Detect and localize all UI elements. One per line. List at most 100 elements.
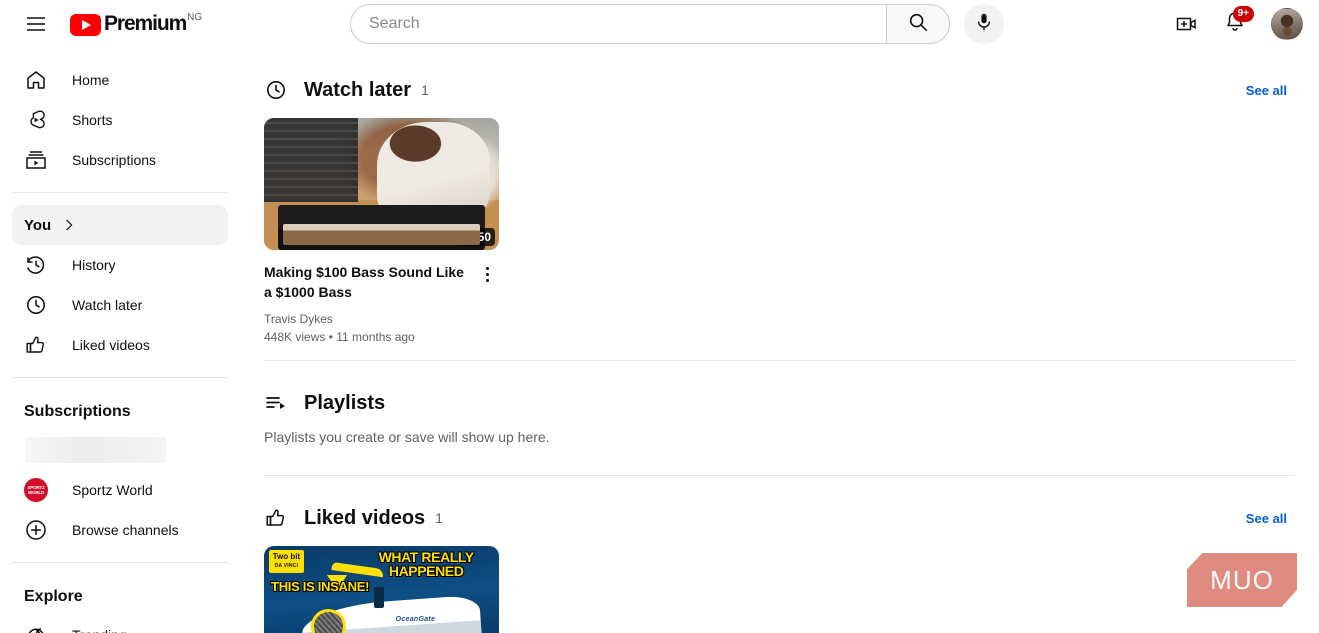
plus-circle-icon xyxy=(24,518,48,542)
sidebar-item-label: History xyxy=(72,257,116,273)
thumbnail-subject xyxy=(376,121,490,220)
thumbs-up-icon xyxy=(24,333,48,357)
create-video-icon[interactable] xyxy=(1167,4,1207,44)
video-meta-text: Making $100 Bass Sound Like a $1000 Bass… xyxy=(264,262,475,344)
notification-count-badge: 9+ xyxy=(1232,6,1254,22)
home-icon xyxy=(24,68,48,92)
video-stats: 448K views • 11 months ago xyxy=(264,330,415,344)
sidebar: Home Shorts Subscriptions You History Wa… xyxy=(0,48,240,633)
header-left: Premium NG xyxy=(0,4,250,44)
thumbnail-fin xyxy=(374,586,384,609)
sidebar-divider-2 xyxy=(12,377,228,378)
sidebar-item-label: Home xyxy=(72,72,110,88)
sidebar-item-home[interactable]: Home xyxy=(12,60,228,100)
section-count: 1 xyxy=(421,82,429,98)
video-title[interactable]: Making $100 Bass Sound Like a $1000 Bass xyxy=(264,262,471,302)
search-input[interactable] xyxy=(367,14,886,34)
sidebar-item-watch-later[interactable]: Watch later xyxy=(12,285,228,325)
sidebar-subscriptions-title: Subscriptions xyxy=(24,403,131,420)
search-form xyxy=(350,4,1004,44)
channel-avatar-sportz-world: SPORTZ WORLD xyxy=(24,478,48,502)
section-header-playlists: Playlists xyxy=(264,379,1295,427)
microphone-icon xyxy=(973,11,995,38)
youtube-play-icon xyxy=(70,14,101,36)
sidebar-item-label: Subscriptions xyxy=(72,152,157,168)
voice-search-button[interactable] xyxy=(964,4,1004,44)
badge-main-text: Two bit xyxy=(272,551,301,561)
sidebar-divider-1 xyxy=(12,192,228,193)
badge-sub-text: DA VINCI xyxy=(274,562,299,569)
sidebar-subscription-loading[interactable] xyxy=(12,430,228,470)
kebab-menu-icon[interactable] xyxy=(475,262,499,286)
thumbnail-headline-top: WHAT REALLY HAPPENED xyxy=(378,548,475,579)
sidebar-item-label: Sportz World xyxy=(72,482,153,498)
watermark-text: MUO xyxy=(1210,565,1274,595)
hamburger-menu-icon[interactable] xyxy=(16,4,56,44)
top-header: Premium NG Search 9+ xyxy=(0,0,1319,48)
thumbnail-channel-badge: Two bit DA VINCI xyxy=(268,549,305,573)
thumbnail-image xyxy=(264,118,499,250)
see-all-liked-videos[interactable]: See all xyxy=(1246,511,1287,526)
muo-watermark: MUO xyxy=(1187,553,1297,607)
sidebar-item-label: Trending xyxy=(72,627,127,633)
sidebar-item-label: You xyxy=(24,216,52,234)
search-icon xyxy=(907,11,929,38)
video-thumbnail[interactable]: Two bit DA VINCI WHAT REALLY HAPPENED TH… xyxy=(264,546,499,633)
sidebar-item-label: Browse channels xyxy=(72,522,179,538)
sidebar-item-label: Watch later xyxy=(72,297,143,313)
trending-icon xyxy=(24,623,48,633)
section-count: 1 xyxy=(435,510,443,526)
section-title: Liked videos xyxy=(304,506,426,529)
section-title: Watch later xyxy=(304,78,412,101)
main-content: Watch later 1 See all 13:50 Making $100 … xyxy=(240,48,1319,633)
video-thumbnail[interactable]: 13:50 xyxy=(264,118,499,250)
thumbs-up-icon xyxy=(264,506,288,530)
sidebar-explore-title: Explore xyxy=(24,588,83,605)
sidebar-item-label: Liked videos xyxy=(72,337,150,353)
video-channel-name[interactable]: Travis Dykes xyxy=(264,312,471,326)
channel-avatar-text: SPORTZ WORLD xyxy=(24,478,48,502)
logo-wordmark: Premium xyxy=(104,12,187,35)
sidebar-item-label: Shorts xyxy=(72,112,113,128)
see-all-watch-later[interactable]: See all xyxy=(1246,83,1287,98)
thumbnail-image: Two bit DA VINCI WHAT REALLY HAPPENED TH… xyxy=(264,546,499,633)
sidebar-item-shorts[interactable]: Shorts xyxy=(12,100,228,140)
notifications-button[interactable]: 9+ xyxy=(1215,4,1255,44)
youtube-premium-logo[interactable]: Premium NG xyxy=(70,12,202,36)
sidebar-item-liked-videos[interactable]: Liked videos xyxy=(12,325,228,365)
thumbnail-foreground xyxy=(282,223,481,245)
sidebar-item-history[interactable]: History xyxy=(12,245,228,285)
logo-region-code: NG xyxy=(187,12,203,23)
clock-icon xyxy=(264,78,288,102)
section-title: Playlists xyxy=(304,391,386,414)
content-divider-1 xyxy=(264,360,1295,361)
sidebar-item-sportz-world[interactable]: SPORTZ WORLD Sportz World xyxy=(12,470,228,510)
sidebar-item-you[interactable]: You xyxy=(12,205,228,245)
section-header-liked-videos: Liked videos 1 See all xyxy=(264,494,1295,542)
clock-icon xyxy=(24,293,48,317)
chevron-right-icon xyxy=(61,217,77,233)
sidebar-item-browse-channels[interactable]: Browse channels xyxy=(12,510,228,550)
video-card-liked: Two bit DA VINCI WHAT REALLY HAPPENED TH… xyxy=(264,546,499,633)
thumbnail-hull-label: OceanGate xyxy=(395,615,436,623)
history-icon xyxy=(24,253,48,277)
header-right: 9+ xyxy=(1167,4,1319,44)
playlists-empty-state: Playlists you create or save will show u… xyxy=(264,429,550,445)
sidebar-divider-3 xyxy=(12,562,228,563)
section-header-watch-later: Watch later 1 See all xyxy=(264,66,1295,114)
sidebar-item-subscriptions[interactable]: Subscriptions xyxy=(12,140,228,180)
playlist-icon xyxy=(264,391,288,415)
subscriptions-icon xyxy=(24,148,48,172)
youtube-page: Premium NG Search 9+ Home Shorts Subscri… xyxy=(0,0,1319,633)
search-button[interactable] xyxy=(886,4,950,44)
thumbnail-headline-left: THIS IS INSANE! xyxy=(271,579,370,595)
shorts-icon xyxy=(24,108,48,132)
avatar[interactable] xyxy=(1271,8,1303,40)
video-meta: Making $100 Bass Sound Like a $1000 Bass… xyxy=(264,262,499,344)
video-card-watch-later: 13:50 Making $100 Bass Sound Like a $100… xyxy=(264,118,499,344)
search-box[interactable] xyxy=(350,4,886,44)
loading-placeholder xyxy=(25,437,166,463)
sidebar-item-trending[interactable]: Trending xyxy=(12,615,228,633)
header-center xyxy=(250,4,1167,44)
content-divider-2 xyxy=(264,475,1295,476)
